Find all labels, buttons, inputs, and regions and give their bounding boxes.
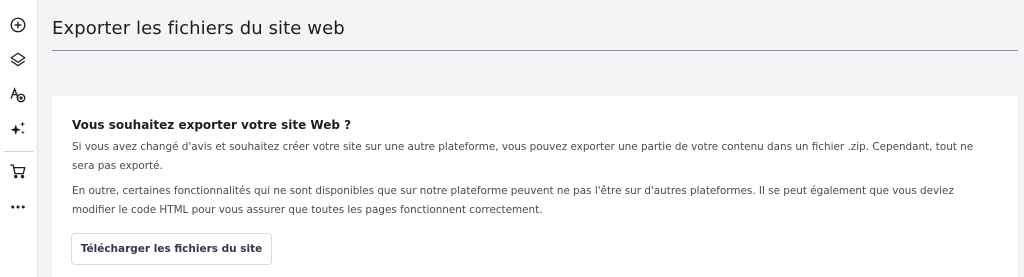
export-card: Vous souhaitez exporter votre site Web ?…	[52, 96, 1018, 277]
text-palette-icon[interactable]	[6, 83, 30, 107]
ai-sparkles-icon[interactable]	[6, 117, 30, 141]
card-description: Si vous avez changé d'avis et souhaitez …	[72, 141, 974, 172]
shopping-cart-icon[interactable]	[6, 159, 30, 183]
sidebar-divider	[4, 151, 34, 152]
download-site-files-button[interactable]: Télécharger les fichiers du site	[71, 233, 272, 265]
page-title: Exporter les fichiers du site web	[52, 18, 345, 39]
layers-icon[interactable]	[6, 48, 30, 72]
sidebar	[0, 0, 38, 277]
more-dots-icon[interactable]	[6, 195, 30, 219]
card-note: En outre, certaines fonctionnalités qui …	[72, 185, 954, 216]
add-circle-icon[interactable]	[6, 13, 30, 37]
title-divider	[52, 50, 1018, 51]
card-heading: Vous souhaitez exporter votre site Web ?	[72, 118, 352, 132]
